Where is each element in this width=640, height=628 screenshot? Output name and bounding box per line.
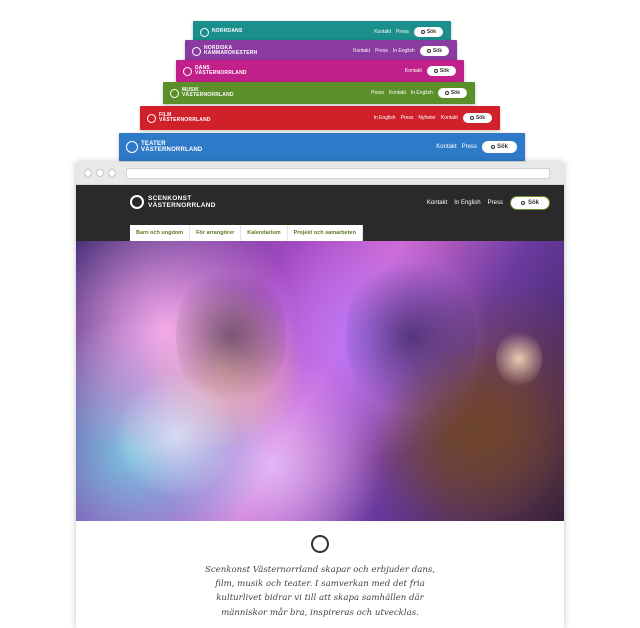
nav-link-in-english[interactable]: In English — [454, 200, 480, 206]
nav-link[interactable]: Press — [401, 115, 414, 121]
search-icon — [520, 201, 525, 205]
search-icon — [426, 49, 431, 53]
site-bar-logo: NORDISKA KAMMAROKESTERN — [192, 45, 259, 57]
actress-face — [496, 331, 542, 387]
site-bar-logo: NORRDANS — [200, 27, 243, 37]
search-icon — [420, 30, 425, 34]
search-button[interactable]: Sök — [481, 141, 517, 153]
intro-section: Scenkonst Västernorrland skapar och erbj… — [76, 521, 564, 620]
nav-link[interactable]: Press — [375, 48, 388, 54]
site-bar-dans[interactable]: DANS VÄSTERNORRLAND Kontakt Sök — [176, 60, 464, 82]
top-nav: Kontakt In English Press Sök — [427, 196, 550, 210]
search-icon — [469, 116, 474, 120]
site-bar-logo: DANS VÄSTERNORRLAND — [183, 65, 250, 77]
site-bar-logo: FILM VÄSTERNORRLAND — [147, 112, 219, 124]
window-control-icon[interactable] — [96, 169, 104, 177]
site-logo[interactable]: SCENKONST VÄSTERNORRLAND — [130, 195, 216, 210]
window-control-icon[interactable] — [84, 169, 92, 177]
search-button[interactable]: Sök — [462, 113, 492, 123]
logo-mark-icon — [130, 195, 144, 210]
address-bar[interactable] — [126, 167, 550, 179]
nav-link[interactable]: Kontakt — [374, 29, 391, 35]
logo-mark-icon — [170, 88, 179, 98]
search-icon — [444, 91, 449, 95]
logo-mark-icon — [126, 141, 138, 153]
nav-link-kontakt[interactable]: Kontakt — [427, 200, 447, 206]
intro-text: Scenkonst Västernorrland skapar och erbj… — [204, 565, 436, 618]
search-button[interactable]: Sök — [426, 66, 456, 76]
search-button[interactable]: Sök — [413, 27, 443, 37]
hero-image — [76, 241, 564, 521]
logo-mark-icon — [192, 46, 201, 56]
search-button[interactable]: Sök — [419, 46, 449, 56]
nav-link-press[interactable]: Press — [488, 200, 503, 206]
site-bar-film[interactable]: FILM VÄSTERNORRLAND In English Press Nyhet… — [140, 106, 500, 130]
site-bar-nordiska[interactable]: NORDISKA KAMMAROKESTERN Kontakt Press In E… — [185, 40, 457, 62]
site-bar-logo: MUSIK VÄSTERNORRLAND — [170, 87, 237, 99]
site-bar-musik[interactable]: MUSIK VÄSTERNORRLAND Press Kontakt In Engl… — [163, 82, 475, 104]
nav-link[interactable]: Kontakt — [353, 48, 370, 54]
nav-link[interactable]: Press — [396, 29, 409, 35]
nav-link[interactable]: Press — [462, 144, 477, 150]
tab-projekt-och-samarbeten[interactable]: Projekt och samarbeten — [287, 225, 363, 241]
nav-link[interactable]: Press — [371, 90, 384, 96]
nav-link[interactable]: Kontakt — [405, 68, 422, 74]
nav-link[interactable]: Kontakt — [436, 144, 456, 150]
nav-link[interactable]: Kontakt — [389, 90, 406, 96]
browser-chrome — [76, 162, 564, 185]
search-icon — [490, 145, 495, 149]
nav-link[interactable]: In English — [374, 115, 396, 121]
nav-link[interactable]: In English — [411, 90, 433, 96]
site-header: SCENKONST VÄSTERNORRLAND Kontakt In Engli… — [76, 185, 564, 241]
site-bar-teater[interactable]: TEATER VÄSTERNORRLAND Kontakt Press Sök — [119, 133, 525, 161]
logo-mark-icon — [200, 27, 209, 37]
dancer-figure — [106, 371, 246, 501]
tab-barn-och-ungdom[interactable]: Barn och ungdom — [130, 225, 191, 241]
nav-link[interactable]: Kontakt — [441, 115, 458, 121]
nav-link[interactable]: In English — [393, 48, 415, 54]
nav-link[interactable]: Nyheter — [418, 115, 436, 121]
site-bar-logo: TEATER VÄSTERNORRLAND — [126, 141, 202, 154]
main-tabs: Barn och ungdom För arrangörer Kalendari… — [130, 225, 363, 241]
logo-mark-icon — [183, 66, 192, 76]
tab-kalendarium[interactable]: Kalendarium — [241, 225, 288, 241]
window-control-icon[interactable] — [108, 169, 116, 177]
search-icon — [433, 69, 438, 73]
tab-for-arrangorer[interactable]: För arrangörer — [190, 225, 242, 241]
search-button[interactable]: Sök — [437, 88, 467, 98]
logo-mark-icon — [311, 535, 329, 553]
search-button[interactable]: Sök — [509, 196, 550, 210]
logo-mark-icon — [147, 113, 156, 123]
browser-window: SCENKONST VÄSTERNORRLAND Kontakt In Engli… — [76, 162, 564, 628]
